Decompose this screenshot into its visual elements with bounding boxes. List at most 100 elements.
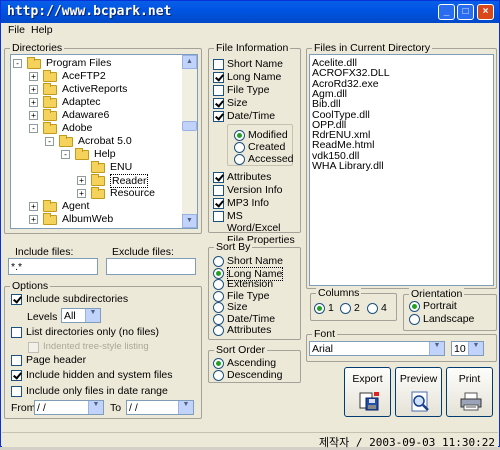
sort-by-label: Date/Time xyxy=(227,312,276,325)
tree-item[interactable]: - Program Files xyxy=(11,57,181,70)
include-subdirectories-checkbox[interactable] xyxy=(11,294,22,305)
folder-icon xyxy=(91,174,105,186)
expand-icon[interactable]: + xyxy=(77,176,86,185)
tree-item[interactable]: ENU xyxy=(11,161,181,174)
expand-icon[interactable]: + xyxy=(29,72,38,81)
preview-button[interactable]: Preview xyxy=(395,367,442,417)
sort-by-radio[interactable] xyxy=(213,267,224,279)
orientation-label: Orientation xyxy=(409,288,465,300)
font-name-select[interactable]: Arial ▼ xyxy=(309,341,445,356)
sort-order-radio[interactable] xyxy=(213,370,224,381)
tree-item-label: Adobe xyxy=(62,122,93,134)
levels-dropdown-icon[interactable]: ▼ xyxy=(85,309,100,322)
menu-help[interactable]: Help xyxy=(31,24,53,36)
expand-icon[interactable]: + xyxy=(29,85,38,94)
sort-order-label: Sort Order xyxy=(214,344,268,356)
scroll-thumb[interactable] xyxy=(182,121,197,131)
file-info-checkbox[interactable] xyxy=(213,72,224,83)
date-type-radio[interactable] xyxy=(234,130,245,141)
close-button[interactable]: × xyxy=(477,4,494,20)
maximize-button[interactable]: □ xyxy=(457,4,474,20)
collapse-icon[interactable]: - xyxy=(61,150,70,159)
include-files-input[interactable]: *.* xyxy=(8,258,98,275)
sort-by-radio[interactable] xyxy=(213,256,224,267)
file-info-extra-checkbox[interactable] xyxy=(213,211,224,222)
indented-tree-checkbox[interactable] xyxy=(28,342,39,353)
date-range-checkbox[interactable] xyxy=(11,386,22,397)
columns-radio[interactable] xyxy=(340,303,351,314)
date-type-radio[interactable] xyxy=(234,154,245,165)
tree-item[interactable]: - Acrobat 5.0 xyxy=(11,135,181,148)
levels-select[interactable]: All ▼ xyxy=(61,308,101,323)
orientation-radio[interactable] xyxy=(409,314,420,325)
to-date-input[interactable]: / / ▼ xyxy=(126,400,194,415)
list-directories-only-checkbox[interactable] xyxy=(11,327,22,338)
export-icon xyxy=(359,392,379,411)
sort-order-radio[interactable] xyxy=(213,358,224,369)
tree-item[interactable]: + Reader xyxy=(11,174,181,188)
sort-by-radio[interactable] xyxy=(213,313,224,325)
columns-label: Columns xyxy=(316,287,362,299)
file-info-extra-checkbox[interactable] xyxy=(213,172,224,183)
date-type-radio[interactable] xyxy=(234,142,245,153)
tree-item[interactable]: + AlbumWeb xyxy=(11,213,181,226)
tree-item[interactable]: + Resource xyxy=(11,187,181,200)
tree-item[interactable]: - Adobe xyxy=(11,122,181,135)
file-info-checkbox[interactable] xyxy=(213,98,224,109)
scroll-down-arrow-icon[interactable]: ▼ xyxy=(182,214,197,228)
collapse-icon[interactable]: - xyxy=(45,137,54,146)
file-info-extra-label: Version Info xyxy=(227,184,283,196)
directory-tree[interactable]: - Program Files + AceFTP2 + ActiveReports + Ada… xyxy=(10,54,198,229)
orientation-radio[interactable] xyxy=(409,301,420,312)
expand-icon[interactable]: + xyxy=(29,98,38,107)
tree-item[interactable]: - Help xyxy=(11,148,181,161)
tree-item-label: ENU xyxy=(110,161,133,173)
file-info-checkbox[interactable] xyxy=(213,59,224,70)
from-date-input[interactable]: / / ▼ xyxy=(34,400,104,415)
expand-icon[interactable]: + xyxy=(29,202,38,211)
tree-item-label: Adaptec xyxy=(62,96,101,108)
sort-by-radio[interactable] xyxy=(213,290,224,302)
folder-icon xyxy=(75,148,89,160)
scroll-up-arrow-icon[interactable]: ▲ xyxy=(182,55,197,69)
tree-item[interactable]: + ActiveReports xyxy=(11,83,181,96)
tree-item[interactable]: + Adaptec xyxy=(11,96,181,109)
page-header-checkbox[interactable] xyxy=(11,355,22,366)
exclude-files-input[interactable] xyxy=(106,258,196,275)
columns-radio[interactable] xyxy=(314,303,325,314)
sort-by-radio[interactable] xyxy=(213,325,224,336)
menu-file[interactable]: File xyxy=(8,24,25,36)
font-size-select[interactable]: 10 ▼ xyxy=(451,341,484,356)
sort-by-label: Sort By xyxy=(214,241,253,253)
directories-label: Directories xyxy=(10,42,65,54)
collapse-icon[interactable]: - xyxy=(13,59,22,68)
levels-value: All xyxy=(64,310,76,322)
from-date-dropdown-icon[interactable]: ▼ xyxy=(88,401,103,414)
tree-item[interactable]: + AceFTP2 xyxy=(11,70,181,83)
tree-scrollbar[interactable]: ▲ ▼ xyxy=(182,55,197,228)
columns-radio[interactable] xyxy=(367,303,378,314)
expand-icon[interactable]: + xyxy=(29,215,38,224)
file-info-checkbox[interactable] xyxy=(213,85,224,96)
include-hidden-checkbox[interactable] xyxy=(11,370,22,381)
file-info-checkbox[interactable] xyxy=(213,111,224,122)
expand-icon[interactable]: + xyxy=(29,111,38,120)
file-list-item[interactable]: WHA Library.dll xyxy=(312,160,384,172)
window-title: http://www.bcpark.net xyxy=(7,4,172,19)
tree-item[interactable]: + Adaware6 xyxy=(11,109,181,122)
file-list[interactable]: Acelite.dll ACROFX32.DLL AcroRd32.exe Agm.d… xyxy=(309,54,494,286)
tree-item[interactable]: + Agent xyxy=(11,200,181,213)
to-date-dropdown-icon[interactable]: ▼ xyxy=(178,401,193,414)
export-button-label: Export xyxy=(352,373,383,385)
minimize-button[interactable]: _ xyxy=(438,4,455,20)
file-info-extra-checkbox[interactable] xyxy=(213,198,224,209)
font-size-dropdown-icon[interactable]: ▼ xyxy=(468,342,483,355)
collapse-icon[interactable]: - xyxy=(29,124,38,133)
sort-by-radio[interactable] xyxy=(213,279,224,290)
print-button[interactable]: Print xyxy=(446,367,493,417)
file-info-extra-checkbox[interactable] xyxy=(213,185,224,196)
font-name-dropdown-icon[interactable]: ▼ xyxy=(429,342,444,355)
sort-by-radio[interactable] xyxy=(213,302,224,313)
expand-icon[interactable]: + xyxy=(77,189,86,198)
export-button[interactable]: Export xyxy=(344,367,391,417)
